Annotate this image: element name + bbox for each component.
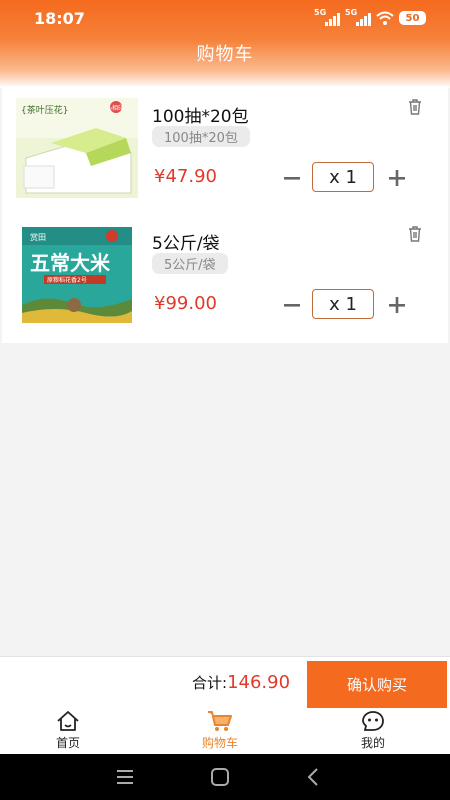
svg-text:五常大米: 五常大米 [30,251,111,275]
product-spec: 5公斤/袋 [152,253,228,274]
svg-text:赏田: 赏田 [30,232,46,242]
product-name: 5公斤/袋 [152,234,220,254]
header: 18:07 5G 5G 50 购物车 [0,0,450,88]
quantity-display[interactable]: x 1 [312,289,374,319]
wifi-icon [376,11,394,25]
trash-icon[interactable] [406,225,424,243]
status-time: 18:07 [34,9,85,28]
svg-text:原粮稻花香2号: 原粮稻花香2号 [47,276,87,284]
tissue-product-image[interactable]: {茶叶压花} 心相印 [16,98,138,198]
tab-home[interactable]: 首页 [28,710,108,751]
tab-mine-label: 我的 [360,736,385,750]
signal-icon: 5G [314,8,340,26]
tab-cart[interactable]: 购物车 [180,710,260,751]
total-label: 合计: [192,674,228,692]
increase-quantity-button[interactable] [386,166,408,190]
cart-screen: 18:07 5G 5G 50 购物车 {茶叶压花} 心相印 100抽*20包 1… [0,0,450,800]
home-square-icon[interactable] [208,766,232,788]
back-icon[interactable] [302,766,326,788]
rice-bag-product-image[interactable]: 赏田 五常大米 原粮稻花香2号 [16,225,138,325]
decrease-quantity-button[interactable] [282,293,302,317]
status-icons: 5G 5G 50 [314,8,426,26]
tab-home-label: 首页 [55,736,80,750]
product-spec: 100抽*20包 [152,126,250,147]
battery-icon: 50 [399,11,426,25]
total-value: 146.90 [227,672,291,693]
svg-text:{茶叶压花}: {茶叶压花} [21,104,68,116]
decrease-quantity-button[interactable] [282,166,302,190]
cart-item[interactable]: 赏田 五常大米 原粮稻花香2号 5公斤/袋 5公斤/袋 ¥99.00 x 1 [2,213,448,343]
signal-icon: 5G [345,8,371,26]
home-icon [57,711,79,731]
product-name: 100抽*20包 [152,107,249,127]
checkout-bar: 合计:146.90 确认购买 [0,656,450,708]
increase-quantity-button[interactable] [386,293,408,317]
profile-face-icon [362,711,384,731]
page-title: 购物车 [196,44,254,65]
trash-icon[interactable] [406,98,424,116]
cart-item[interactable]: {茶叶压花} 心相印 100抽*20包 100抽*20包 ¥47.90 x 1 [2,86,448,216]
order-total: 合计:146.90 [192,672,290,693]
tab-cart-label: 购物车 [201,736,238,750]
quantity-display[interactable]: x 1 [312,162,374,192]
menu-icon[interactable] [113,766,137,788]
cart-icon [208,711,232,731]
svg-text:心相印: 心相印 [106,104,124,112]
tab-bar: 首页 购物车 我的 [0,708,450,754]
product-price: ¥47.90 [154,166,217,187]
confirm-purchase-button[interactable]: 确认购买 [307,661,447,708]
product-price: ¥99.00 [154,293,217,314]
tab-mine[interactable]: 我的 [333,710,413,751]
status-bar: 18:07 5G 5G 50 [0,0,450,38]
system-nav-bar [0,754,450,800]
